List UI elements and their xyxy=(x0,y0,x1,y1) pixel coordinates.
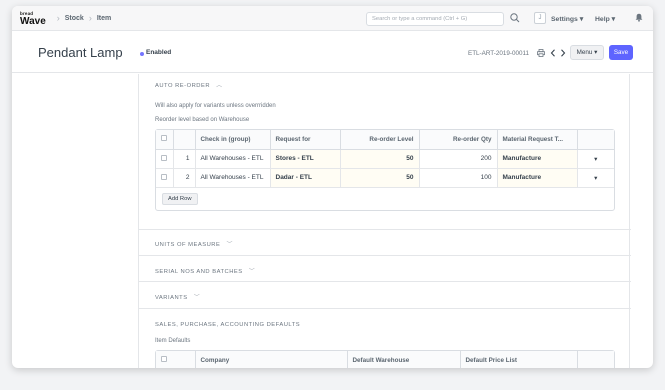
chevron-right-icon: › xyxy=(88,13,92,23)
form-content: AUTO RE-ORDER ︿ Will also apply for vari… xyxy=(138,74,631,368)
request-for-cell[interactable]: Dadar - ETL xyxy=(270,168,341,188)
app-window: bread Wave › Stock › Item Search or type… xyxy=(12,6,653,368)
column-header: Re-order Level xyxy=(340,130,420,150)
reorder-qty-cell[interactable]: 100 xyxy=(419,168,498,188)
column-header: Request for xyxy=(270,130,341,150)
section-divider xyxy=(139,255,631,256)
section-title: SERIAL NOS AND BATCHES xyxy=(155,269,243,275)
row-checkbox[interactable] xyxy=(161,173,167,180)
chevron-right-icon: › xyxy=(56,13,60,23)
material-request-type-cell[interactable]: Manufacture xyxy=(497,168,578,188)
column-header: Material Request T... xyxy=(497,130,578,150)
index-header xyxy=(173,130,196,150)
item-defaults-label: Item Defaults xyxy=(155,338,191,344)
select-all-cell xyxy=(156,130,174,150)
reorder-table: Check in (group) Request for Re-order Le… xyxy=(155,129,615,211)
page-header: Pendant Lamp Enabled ETL-ART-2019-00011 … xyxy=(12,31,653,73)
section-divider xyxy=(139,281,631,282)
chevron-down-icon: ﹀ xyxy=(193,295,201,301)
check-in-cell[interactable]: All Warehouses - ETL xyxy=(195,149,271,169)
search-input[interactable]: Search or type a command (Ctrl + G) xyxy=(366,12,504,26)
avatar[interactable]: J xyxy=(534,12,546,24)
page-title: Pendant Lamp xyxy=(38,45,123,60)
breadcrumb-item[interactable]: Item xyxy=(97,15,111,22)
app-logo[interactable]: bread Wave xyxy=(20,10,46,27)
chevron-down-icon: ﹀ xyxy=(248,269,256,275)
breadcrumb-stock[interactable]: Stock xyxy=(65,15,84,22)
chevron-down-icon: ﹀ xyxy=(226,242,233,248)
section-sales-purchase-defaults[interactable]: SALES, PURCHASE, ACCOUNTING DEFAULTS xyxy=(155,322,300,328)
check-in-cell[interactable]: All Warehouses - ETL xyxy=(195,168,271,188)
caret-down-icon: ▾ xyxy=(594,49,598,56)
row-checkbox[interactable] xyxy=(161,154,167,161)
table-header-row: Check in (group) Request for Re-order Le… xyxy=(156,130,614,150)
navbar: bread Wave › Stock › Item Search or type… xyxy=(12,6,653,31)
help-label: Help xyxy=(595,16,610,23)
settings-label: Settings xyxy=(551,16,578,23)
chevron-down-icon[interactable]: ▾ xyxy=(577,168,614,188)
chevron-down-icon[interactable]: ▾ xyxy=(577,149,614,169)
chevron-right-icon[interactable] xyxy=(560,49,566,57)
section-divider xyxy=(139,308,631,309)
table-header-row: Company Default Warehouse Default Price … xyxy=(156,351,614,368)
select-all-checkbox[interactable] xyxy=(161,356,167,363)
row-check-cell xyxy=(156,149,174,169)
bell-icon[interactable] xyxy=(635,13,643,22)
column-header: Company xyxy=(195,351,348,368)
section-units-of-measure[interactable]: UNITS OF MEASURE ﹀ xyxy=(155,239,233,248)
section-title: UNITS OF MEASURE xyxy=(155,242,221,248)
reorder-qty-cell[interactable]: 200 xyxy=(419,149,498,169)
section-divider xyxy=(139,229,631,230)
column-header: Re-order Qty xyxy=(419,130,498,150)
row-index: 1 xyxy=(173,149,196,169)
request-for-cell[interactable]: Stores - ETL xyxy=(270,149,341,169)
document-id: ETL-ART-2019-00011 xyxy=(468,50,530,57)
status-badge: Enabled xyxy=(146,49,172,56)
row-check-cell xyxy=(156,168,174,188)
column-header: Default Price List xyxy=(460,351,578,368)
settings-dropdown[interactable]: Settings ▾ xyxy=(551,15,583,23)
section-title: AUTO RE-ORDER xyxy=(155,83,211,89)
table-row[interactable]: 1 All Warehouses - ETL Stores - ETL 50 2… xyxy=(156,149,614,169)
menu-button[interactable]: Menu ▾ xyxy=(570,45,604,60)
caret-down-icon: ▾ xyxy=(611,16,616,23)
caret-down-icon: ▾ xyxy=(579,16,584,23)
item-defaults-table: Company Default Warehouse Default Price … xyxy=(155,350,615,368)
chevron-left-icon[interactable] xyxy=(550,49,556,57)
row-menu-header xyxy=(577,351,614,368)
material-request-type-cell[interactable]: Manufacture xyxy=(497,149,578,169)
chevron-up-icon: ︿ xyxy=(216,83,223,89)
printer-icon[interactable] xyxy=(537,49,545,57)
section-variants[interactable]: VARIANTS ﹀ xyxy=(155,292,200,301)
add-row-button[interactable]: Add Row xyxy=(162,192,198,205)
reorder-level-cell[interactable]: 50 xyxy=(340,149,420,169)
menu-button-label: Menu xyxy=(576,49,593,56)
section-serial-nos[interactable]: SERIAL NOS AND BATCHES ﹀ xyxy=(155,266,255,275)
help-dropdown[interactable]: Help ▾ xyxy=(595,15,615,23)
variants-note: Will also apply for variants unless over… xyxy=(155,103,276,109)
row-index: 2 xyxy=(173,168,196,188)
search-placeholder: Search or type a command (Ctrl + G) xyxy=(372,16,468,22)
reorder-level-cell[interactable]: 50 xyxy=(340,168,420,188)
reorder-note: Reorder level based on Warehouse xyxy=(155,117,250,123)
logo-main-text: Wave xyxy=(20,16,46,27)
search-icon[interactable] xyxy=(509,12,521,24)
row-menu-header xyxy=(577,130,614,150)
select-all-cell xyxy=(156,351,196,368)
section-title: SALES, PURCHASE, ACCOUNTING DEFAULTS xyxy=(155,322,301,328)
table-row[interactable]: 2 All Warehouses - ETL Dadar - ETL 50 10… xyxy=(156,168,614,188)
column-header: Default Warehouse xyxy=(347,351,461,368)
select-all-checkbox[interactable] xyxy=(161,135,167,142)
section-auto-reorder[interactable]: AUTO RE-ORDER ︿ xyxy=(155,80,223,89)
section-title: VARIANTS xyxy=(155,295,188,301)
save-button[interactable]: Save xyxy=(609,45,633,60)
status-dot-icon xyxy=(140,52,144,56)
column-header: Check in (group) xyxy=(195,130,271,150)
